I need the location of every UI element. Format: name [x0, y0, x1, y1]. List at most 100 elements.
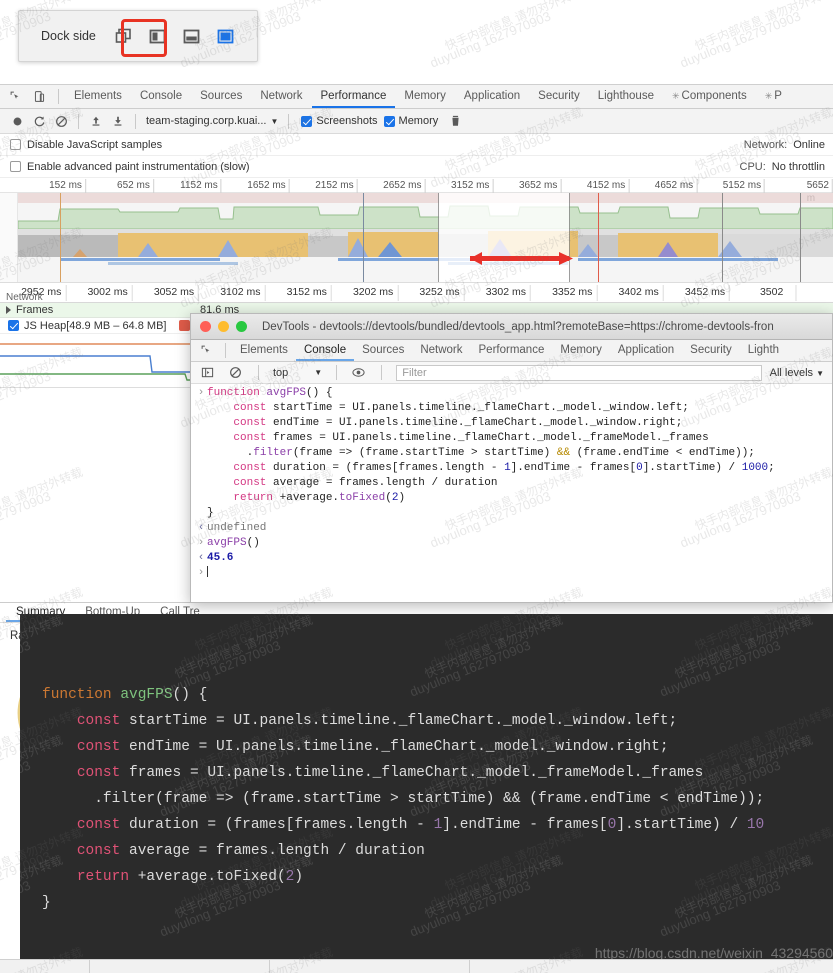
tab-elements[interactable]: Elements — [65, 85, 131, 108]
tab-console[interactable]: Console — [131, 85, 191, 108]
timeline-ruler-tick: 3502 ms — [760, 285, 797, 313]
cpu-label: CPU: — [739, 160, 766, 173]
console-line: const endTime = UI.panels.timeline._flam… — [191, 416, 832, 431]
inner-devtools-window[interactable]: DevTools - devtools://devtools/bundled/d… — [190, 313, 833, 603]
overview-ruler-tick: 5152 ms — [723, 179, 766, 193]
timeline-overview[interactable]: 152 ms 652 ms 1152 ms 1652 ms 2152 ms 2652 ms… — [0, 178, 833, 283]
dock-to-right-icon[interactable] — [212, 23, 240, 49]
tab-memory[interactable]: Memory — [395, 85, 455, 108]
inspect-element-icon[interactable] — [4, 87, 26, 107]
tab-lighthouse[interactable]: Lighthouse — [589, 85, 663, 108]
memory-checkbox-box — [383, 115, 395, 127]
tab-sources[interactable]: Sources — [191, 85, 251, 108]
inner-inspect-element-icon[interactable] — [195, 341, 217, 361]
clear-console-icon[interactable] — [224, 363, 246, 383]
network-section-label[interactable]: Network — [6, 292, 43, 303]
console-line: const duration = (frames[frames.length -… — [191, 461, 832, 476]
screenshots-checkbox[interactable]: Screenshots — [301, 115, 378, 127]
target-url-select[interactable]: team-staging.corp.kuai... ▼ — [142, 115, 282, 127]
inner-window-title: DevTools - devtools://devtools/bundled/d… — [262, 320, 774, 333]
console-message-list[interactable]: › function avgFPS() { const startTime = U… — [191, 384, 832, 582]
overview-ruler: 152 ms 652 ms 1152 ms 1652 ms 2152 ms 2652 ms… — [0, 178, 833, 204]
network-throttle-group[interactable]: Network: Online — [744, 139, 825, 151]
undock-into-separate-window-icon[interactable] — [110, 23, 138, 49]
close-button[interactable] — [200, 321, 211, 332]
components-dot-icon: ✳ — [671, 91, 680, 101]
overview-selection-window[interactable] — [438, 193, 570, 282]
console-filter-input[interactable]: Filter — [396, 364, 762, 381]
code-line: const endTime = UI.panels.timeline._flam… — [76, 739, 669, 755]
trash-icon[interactable] — [444, 110, 466, 132]
inner-tab-memory[interactable]: Memory — [552, 340, 610, 361]
code-line: .filter(frame => (frame.startTime > star… — [42, 791, 765, 807]
strip-seg-1 — [0, 960, 90, 973]
advanced-paint-checkbox[interactable]: Enable advanced paint instrumentation (s… — [10, 161, 250, 173]
console-levels-value: All levels — [769, 366, 814, 379]
inner-window-titlebar[interactable]: DevTools - devtools://devtools/bundled/d… — [191, 314, 832, 340]
timeline-ruler-tick: 3052 ms — [154, 285, 200, 301]
inner-tab-console[interactable]: Console — [295, 340, 355, 361]
watermark-id: duyulong 1627970903 — [20, 637, 33, 699]
expand-triangle-icon — [6, 306, 11, 314]
console-levels-select[interactable]: All levels ▼ — [770, 367, 832, 379]
tab-network[interactable]: Network — [251, 85, 311, 108]
inner-tab-network[interactable]: Network — [412, 340, 470, 361]
toolbar-divider — [58, 89, 59, 104]
timeline-detail-ruler: 2952 ms 3002 ms 3052 ms 3102 ms 3152 ms 3202 … — [0, 283, 833, 313]
tab-performance[interactable]: Performance — [311, 85, 396, 108]
frames-label: Frames — [16, 304, 54, 316]
device-toolbar-icon[interactable] — [28, 87, 50, 107]
console-gutter-icon: ‹ — [197, 522, 205, 534]
overview-ruler-tick: 3152 ms — [451, 179, 494, 193]
minimize-button[interactable] — [218, 321, 229, 332]
watermark-text: 快手内部信息 请勿对外转载 — [672, 614, 815, 682]
tab-security[interactable]: Security — [529, 85, 589, 108]
inner-tab-lighthouse[interactable]: Lighth — [740, 340, 787, 361]
save-profile-icon[interactable] — [107, 110, 129, 132]
network-label: Network: — [743, 138, 788, 151]
reload-record-icon[interactable] — [28, 110, 50, 132]
tab-application[interactable]: Application — [455, 85, 529, 108]
dock-to-bottom-icon[interactable] — [178, 23, 206, 49]
console-toolbar-divider — [258, 365, 259, 380]
console-gutter-icon: › — [197, 567, 205, 579]
disable-js-samples-checkbox[interactable]: Disable JavaScript samples — [10, 139, 162, 151]
overview-marker-grey-2 — [800, 193, 801, 282]
watermark-text: 快手内部信息 请勿对外转载 — [422, 614, 565, 682]
inner-tab-application[interactable]: Application — [610, 340, 682, 361]
cpu-throttle-group[interactable]: CPU: No throttlin — [740, 161, 825, 173]
console-line: return +average.toFixed(2) — [191, 491, 832, 506]
tab-components[interactable]: ✳ Components — [663, 85, 756, 108]
option-row-js-samples: Disable JavaScript samples Network: Onli… — [0, 134, 833, 156]
js-heap-checkbox[interactable] — [8, 320, 19, 331]
toolbar-divider-4 — [288, 113, 290, 129]
live-expression-icon[interactable] — [347, 363, 369, 383]
dock-side-popup[interactable]: Dock side — [18, 10, 258, 62]
inner-tab-sources[interactable]: Sources — [354, 340, 412, 361]
record-icon[interactable] — [6, 110, 28, 132]
overview-ruler-tick: 1652 ms — [247, 179, 290, 193]
documents-checkbox[interactable] — [179, 320, 191, 331]
clear-icon[interactable] — [50, 110, 72, 132]
overview-marker-blue — [363, 193, 364, 282]
inner-tab-security[interactable]: Security — [682, 340, 740, 361]
load-profile-icon[interactable] — [85, 110, 107, 132]
console-line-text: function avgFPS() { — [207, 387, 333, 399]
console-line-text: const endTime = UI.panels.timeline._flam… — [233, 417, 683, 429]
console-line-text: undefined — [207, 522, 267, 534]
console-sidebar-icon[interactable] — [196, 363, 218, 383]
tab-profiler[interactable]: ✳ P — [756, 85, 791, 108]
timeline-ruler-tick: 3452 ms — [685, 285, 731, 301]
toolbar-divider-3 — [135, 113, 136, 129]
console-context-value: top — [273, 366, 289, 379]
screenshots-checkbox-box — [301, 115, 313, 127]
inner-tab-performance[interactable]: Performance — [471, 340, 553, 361]
console-line: ‹ undefined — [191, 521, 832, 536]
memory-checkbox[interactable]: Memory — [383, 115, 438, 127]
console-context-select[interactable]: top ▼ — [269, 367, 326, 379]
console-gutter-icon: › — [197, 387, 205, 399]
overview-ruler-tick: 4652 ms — [655, 179, 698, 193]
inner-tab-elements[interactable]: Elements — [232, 340, 296, 361]
dock-to-left-icon[interactable] — [144, 23, 172, 49]
zoom-button[interactable] — [236, 321, 247, 332]
